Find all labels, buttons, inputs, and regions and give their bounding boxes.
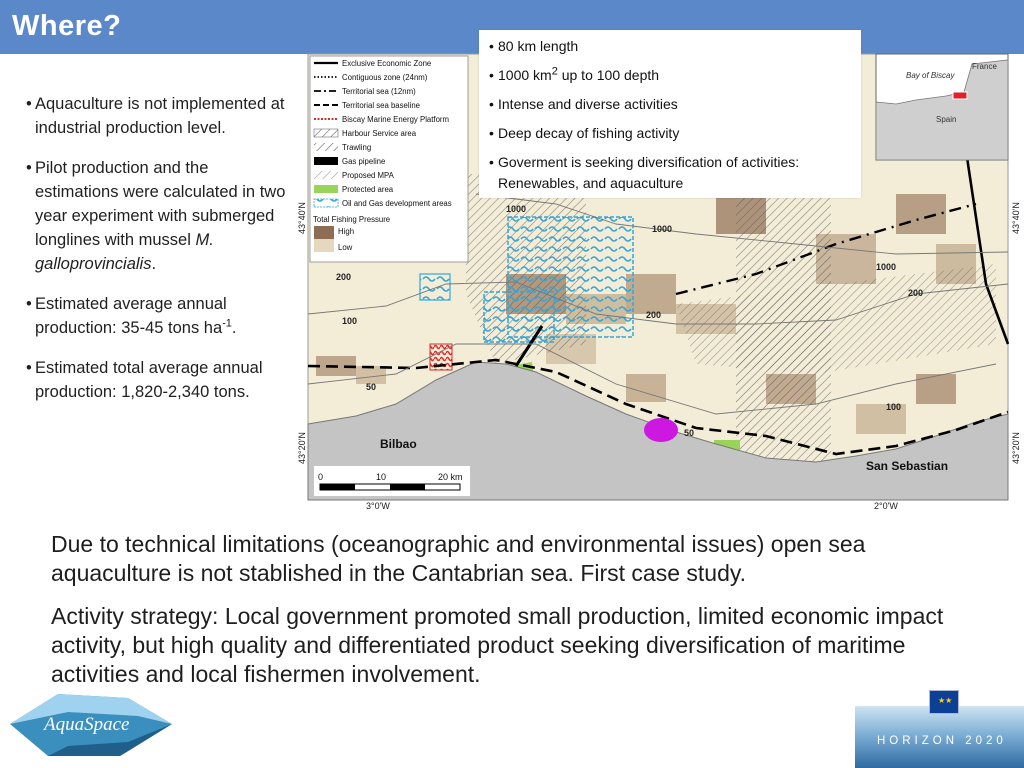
lon-label-left: 3°0'W: [366, 501, 390, 511]
depth-label: 100: [886, 402, 901, 412]
scale-20: 20 km: [438, 472, 463, 482]
bullet-pilot-text: Pilot production and the estimations wer…: [35, 159, 286, 249]
info-callout-box: 80 km length 1000 km2 up to 100 depth In…: [479, 30, 861, 198]
summary-paragraph-strategy: Activity strategy: Local government prom…: [51, 603, 944, 687]
aquaculture-site-marker: [644, 418, 678, 442]
bullet-annual-text: Estimated average annual production: 35-…: [35, 295, 227, 337]
depth-label: 200: [646, 310, 661, 320]
legend-eez: Exclusive Economic Zone: [342, 59, 431, 68]
legend-harbour: Harbour Service area: [342, 129, 417, 138]
info-area-depth: up to 100 depth: [557, 67, 660, 83]
legend-trawling: Trawling: [342, 143, 371, 152]
horizon-2020-logo: ★★ HORIZON 2020: [855, 690, 1024, 768]
depth-label: 50: [684, 428, 694, 438]
scale-bar: 0 10 20 km: [314, 466, 470, 496]
summary-paragraph-limitations: Due to technical limitations (oceanograp…: [51, 531, 866, 586]
slide-title: Where?: [12, 10, 122, 42]
inset-france-label: France: [972, 62, 997, 71]
depth-label: 50: [366, 382, 376, 392]
depth-label: 1000: [506, 204, 526, 214]
bullet-aquaculture-status: Aquaculture is not implemented at indust…: [26, 92, 292, 140]
legend-contiguous: Contiguous zone (24nm): [342, 73, 428, 82]
legend-pressure-low: Low: [338, 243, 353, 252]
lat-label-top: 43°40'N: [297, 202, 307, 234]
lat-label-top-right: 43°40'N: [1011, 202, 1021, 234]
legend-oil-gas: Oil and Gas development areas: [342, 199, 452, 208]
aquaspace-logo-graphic: AquaSpace: [10, 694, 172, 756]
depth-label: 1000: [652, 224, 672, 234]
depth-label: 200: [908, 288, 923, 298]
info-activities: Intense and diverse activities: [489, 90, 851, 119]
info-area: 1000 km2 up to 100 depth: [489, 61, 851, 90]
info-length: 80 km length: [489, 32, 851, 61]
bullet-total-production: Estimated total average annual productio…: [26, 356, 292, 404]
summary-text: Due to technical limitations (oceanograp…: [51, 530, 991, 703]
city-bilbao: Bilbao: [380, 437, 417, 451]
legend-gas-pipeline: Gas pipeline: [342, 157, 385, 166]
lat-label-bottom-right: 43°20'N: [1011, 432, 1021, 464]
bullet-pilot-production: Pilot production and the estimations wer…: [26, 156, 292, 276]
city-san-sebastian: San Sebastian: [866, 459, 948, 473]
horizon-2020-wordmark: HORIZON 2020: [877, 735, 1007, 747]
legend-proposed-mpa: Proposed MPA: [342, 171, 395, 180]
inset-locator-map: Bay of Biscay France Spain: [875, 53, 1009, 161]
bullet-pilot-end: .: [151, 255, 157, 273]
scale-0: 0: [318, 472, 323, 482]
aquaspace-logo: AquaSpace: [8, 690, 174, 762]
left-bullet-list: Aquaculture is not implemented at indust…: [26, 92, 292, 420]
legend-protected: Protected area: [342, 185, 394, 194]
unit-exponent: -1: [222, 317, 232, 330]
info-area-text: 1000 km: [498, 67, 552, 83]
legend-territorial: Territorial sea (12nm): [342, 87, 416, 96]
map-legend: Exclusive Economic Zone Contiguous zone …: [309, 55, 469, 263]
legend-pressure-high: High: [338, 227, 354, 236]
lat-label-bottom: 43°20'N: [297, 432, 307, 464]
legend-pressure-title: Total Fishing Pressure: [313, 215, 390, 224]
inset-spain-label: Spain: [936, 115, 956, 124]
scale-10: 10: [376, 472, 386, 482]
aquaspace-wordmark: AquaSpace: [42, 714, 129, 735]
bullet-annual-production: Estimated average annual production: 35-…: [26, 292, 292, 340]
depth-label: 100: [342, 316, 357, 326]
inset-bay-label: Bay of Biscay: [906, 71, 955, 80]
bullet-annual-end: .: [231, 319, 237, 337]
legend-energy-platform: Biscay Marine Energy Platform: [342, 115, 449, 124]
info-fishing-decay: Deep decay of fishing activity: [489, 119, 851, 148]
depth-label: 1000: [876, 262, 896, 272]
depth-label: 200: [336, 272, 351, 282]
info-government: Goverment is seeking diversification of …: [489, 152, 851, 194]
eu-flag-icon: ★★: [929, 690, 959, 714]
lon-label-right: 2°0'W: [874, 501, 898, 511]
legend-baseline: Territorial sea baseline: [342, 101, 420, 110]
